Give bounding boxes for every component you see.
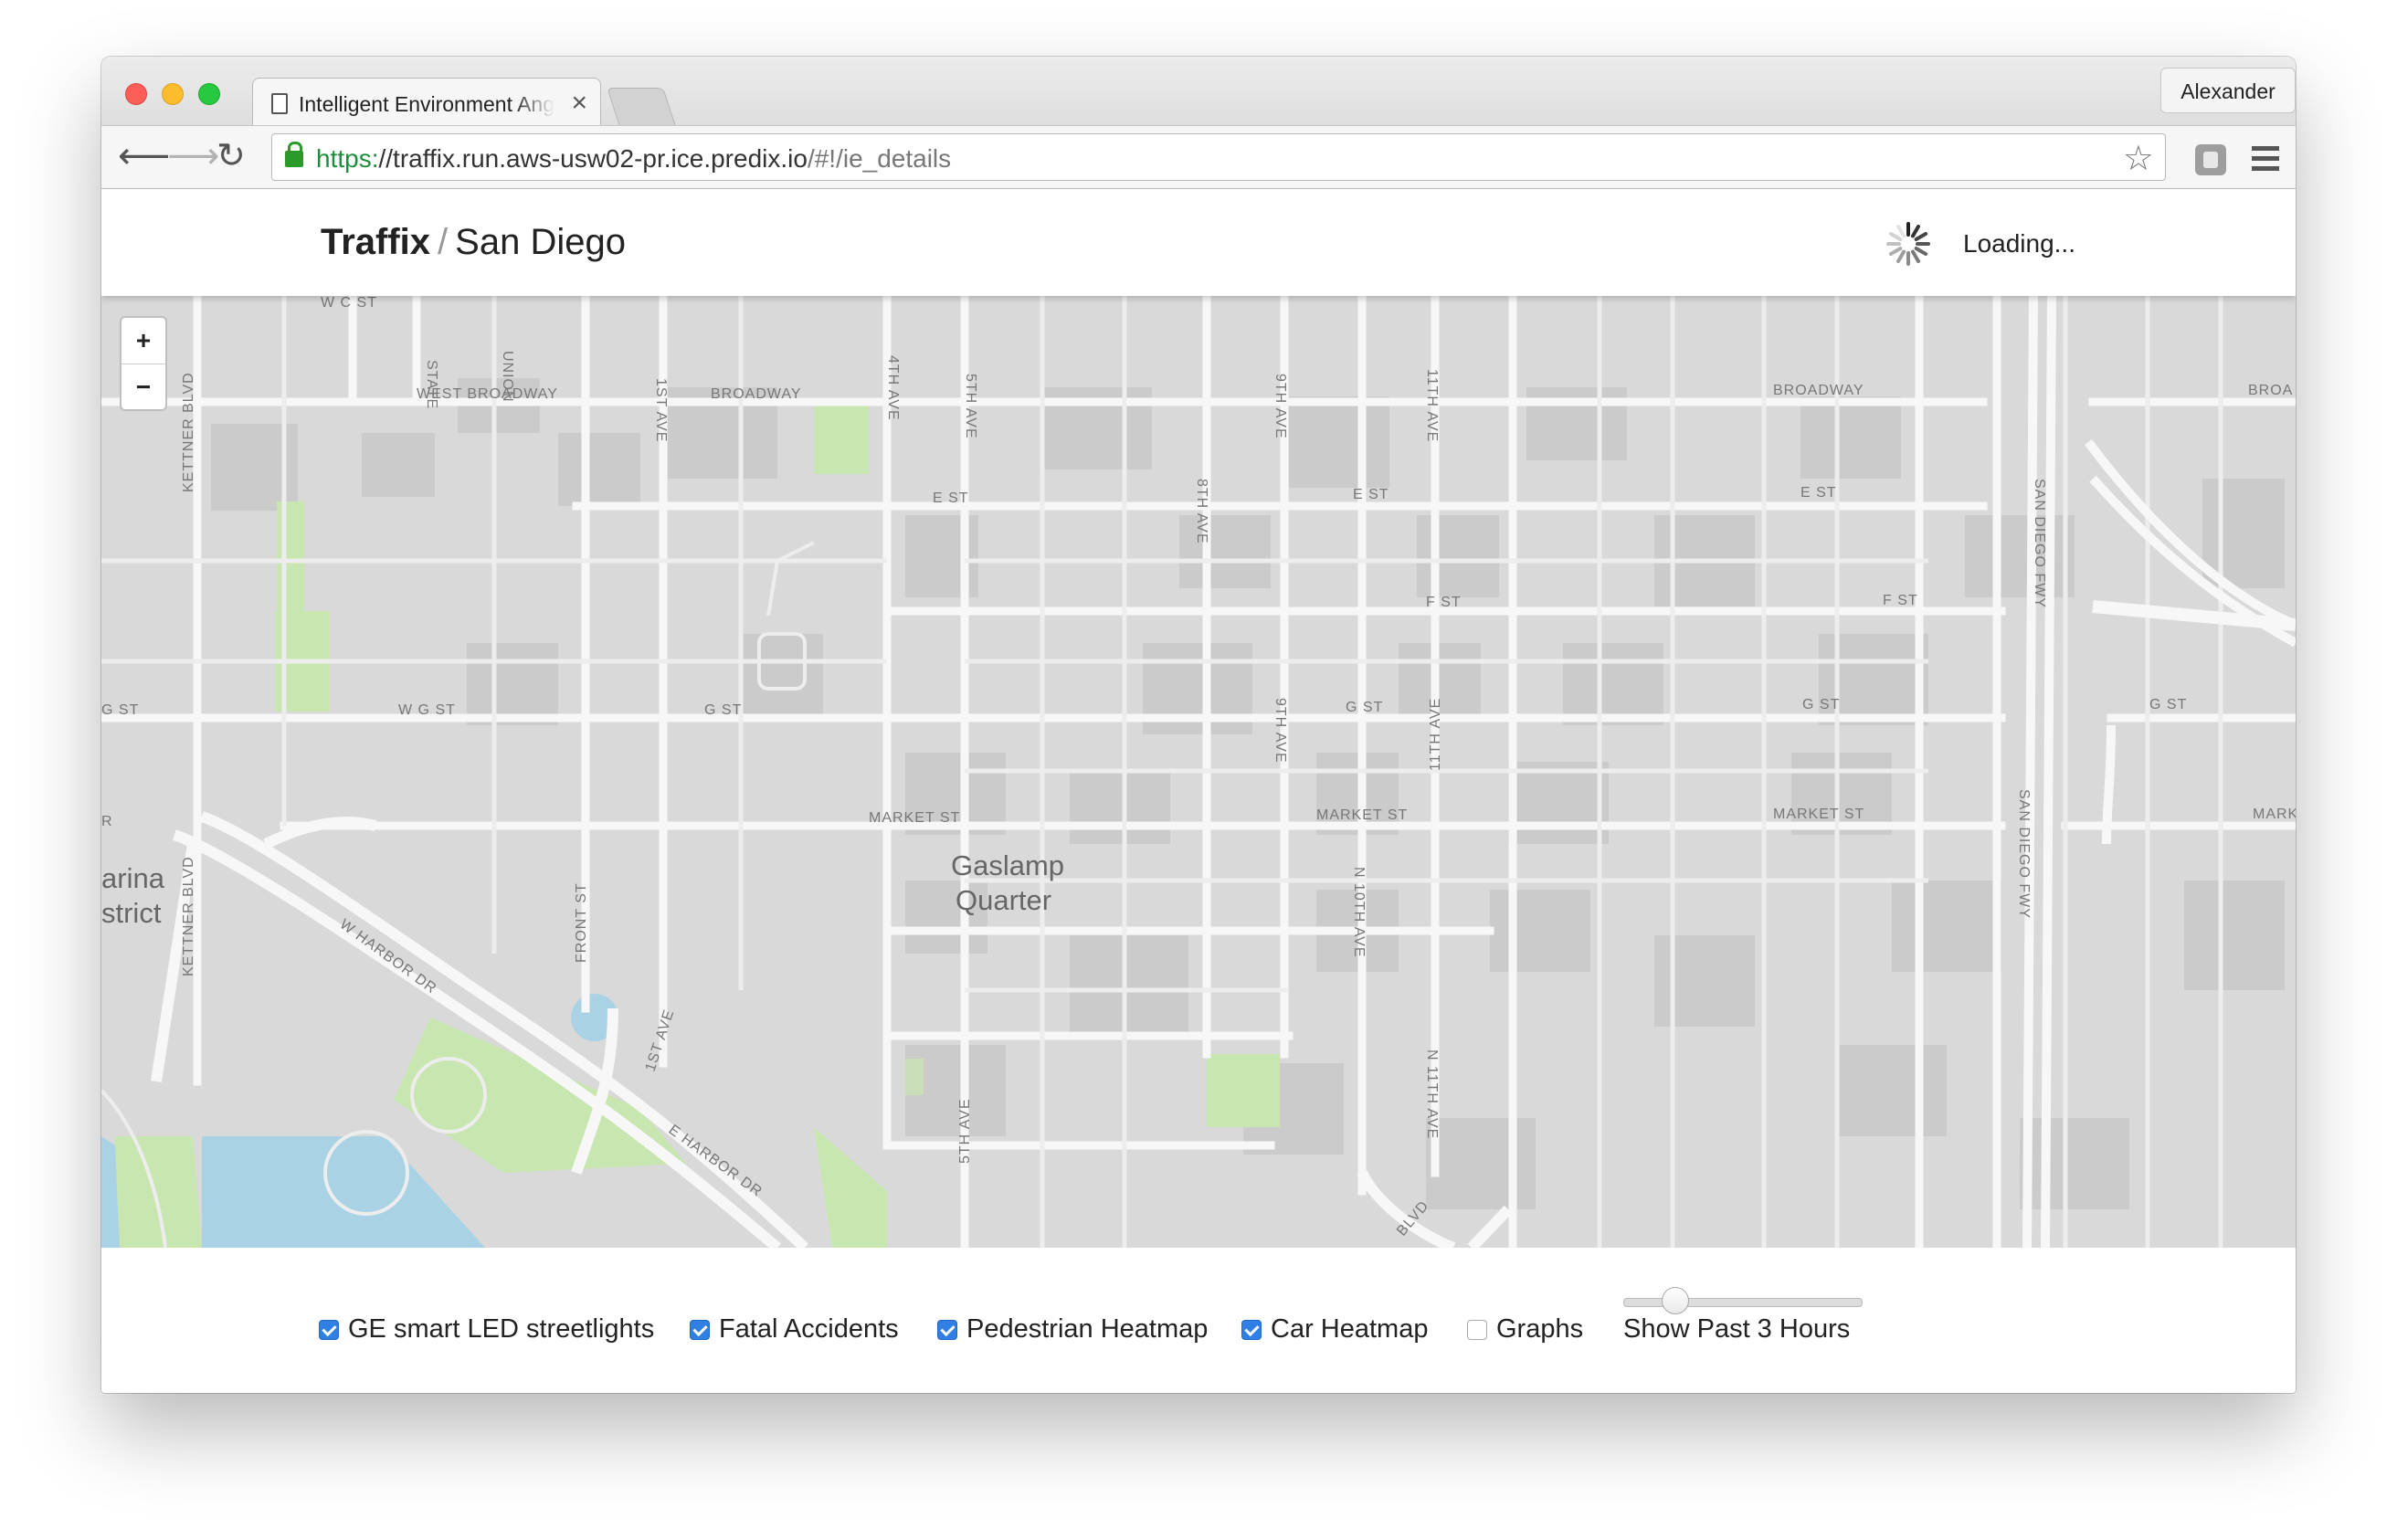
street-label: N 10TH AVE — [1351, 867, 1367, 958]
street-label: R — [101, 814, 113, 829]
lock-icon — [285, 142, 303, 167]
layer-label: GE smart LED streetlights — [348, 1314, 655, 1344]
street-label: G ST — [1346, 700, 1383, 715]
time-window-slider[interactable] — [1623, 1298, 1863, 1307]
street-label: E ST — [933, 490, 969, 506]
layer-toggle-graphs[interactable]: Graphs — [1467, 1314, 1583, 1345]
street-label: SAN DIEGO FWY — [2016, 789, 2032, 919]
layer-toggle-pedestrian-heatmap[interactable]: Pedestrian Heatmap — [937, 1314, 1208, 1345]
zoom-control: + − — [120, 316, 167, 411]
page: Traffix / San Diego Loading... + − W C S… — [101, 189, 2296, 1393]
close-tab-icon[interactable]: × — [571, 88, 587, 119]
street-label: W G ST — [398, 702, 456, 718]
street-label: 5TH AVE — [957, 1098, 973, 1164]
street-label: 11TH AVE — [1424, 369, 1440, 442]
street-label: 9TH AVE — [1272, 698, 1288, 764]
street-label: E ST — [1353, 487, 1389, 502]
checkbox[interactable] — [1467, 1319, 1487, 1340]
address-bar[interactable]: https://traffix.run.aws-usw02-pr.ice.pre… — [271, 133, 2166, 181]
time-window-label: Show Past 3 Hours — [1623, 1314, 1851, 1344]
slider-thumb[interactable] — [1662, 1287, 1689, 1314]
close-window-button[interactable] — [125, 83, 147, 105]
app-title: Traffix / San Diego — [321, 222, 626, 263]
reload-icon[interactable]: ↻ — [216, 135, 246, 176]
checkbox[interactable] — [937, 1319, 957, 1340]
street-label: F ST — [1426, 595, 1462, 610]
street-label: 5TH AVE — [963, 374, 978, 439]
zoom-in-button[interactable]: + — [121, 318, 165, 364]
street-label: W C ST — [321, 296, 377, 311]
browser-window: Intelligent Environment Ang × Alexander … — [101, 57, 2296, 1393]
layer-label: Graphs — [1496, 1314, 1584, 1344]
url-scheme: https: — [316, 144, 379, 173]
url-text[interactable]: https://traffix.run.aws-usw02-pr.ice.pre… — [316, 144, 951, 174]
district-label: Quarter — [956, 884, 1051, 916]
street-label: G ST — [1802, 697, 1840, 712]
checkbox[interactable] — [1241, 1319, 1262, 1340]
url-path: /#!/ie_details — [807, 144, 952, 173]
layer-label: Fatal Accidents — [719, 1314, 899, 1344]
loading-status: Loading... — [1963, 229, 2075, 258]
street-label: SAN DIEGO FWY — [2032, 479, 2047, 608]
layer-controls: GE smart LED streetlights Fatal Accident… — [101, 1248, 2296, 1393]
street-label: KETTNER BLVD — [181, 372, 196, 492]
layer-toggle-fatal-accidents[interactable]: Fatal Accidents — [690, 1314, 899, 1345]
checkbox[interactable] — [690, 1319, 710, 1340]
checkbox[interactable] — [319, 1319, 339, 1340]
district-label: arina — [101, 862, 165, 894]
bookmark-star-icon[interactable]: ☆ — [2123, 138, 2154, 179]
extension-icon[interactable] — [2195, 144, 2226, 175]
street-label: MARKET ST — [1773, 807, 1864, 822]
street-label: UNION — [500, 351, 515, 403]
layer-toggle-car-heatmap[interactable]: Car Heatmap — [1241, 1314, 1428, 1345]
layer-label: Pedestrian Heatmap — [966, 1314, 1209, 1344]
street-label: E ST — [1800, 485, 1837, 501]
street-label: MARK — [2253, 807, 2296, 822]
street-label: G ST — [101, 702, 139, 718]
street-label: BROA — [2248, 383, 2293, 398]
street-label: F ST — [1883, 593, 1918, 608]
layer-toggle-streetlights[interactable]: GE smart LED streetlights — [319, 1314, 654, 1345]
forward-arrow-icon[interactable]: ⟶ — [167, 135, 219, 177]
street-label: N 11TH AVE — [1424, 1050, 1440, 1139]
maximize-window-button[interactable] — [198, 83, 220, 105]
browser-tab[interactable]: Intelligent Environment Ang × — [252, 78, 601, 128]
title-bar: Intelligent Environment Ang × Alexander — [101, 57, 2296, 128]
title-separator: / — [438, 222, 449, 262]
url-host: //traffix.run.aws-usw02-pr.ice.predix.io — [378, 144, 808, 173]
brand-name: Traffix — [321, 222, 431, 262]
new-tab-button[interactable] — [607, 88, 676, 126]
street-label: MARKET ST — [1316, 807, 1408, 823]
app-header: Traffix / San Diego Loading... — [101, 189, 2296, 296]
street-label: BROADWAY — [1773, 383, 1864, 398]
loading-spinner-icon — [1886, 222, 1930, 266]
minimize-window-button[interactable] — [162, 83, 184, 105]
street-label: G ST — [2149, 697, 2187, 712]
district-label: strict — [101, 897, 162, 929]
street-label: 8TH AVE — [1194, 479, 1209, 544]
street-label: FRONT ST — [574, 882, 589, 963]
tab-title: Intelligent Environment Ang — [299, 92, 554, 116]
street-label: KETTNER BLVD — [181, 856, 196, 976]
browser-toolbar: ⟵ ⟶ ↻ https://traffix.run.aws-usw02-pr.i… — [101, 125, 2296, 189]
street-label: BROADWAY — [711, 386, 802, 402]
street-label: 4TH AVE — [885, 355, 901, 421]
street-label: 9TH AVE — [1272, 374, 1288, 439]
map[interactable]: + − W C ST WEST BROADWAY BROADWAY BROADW… — [101, 296, 2296, 1248]
profile-button[interactable]: Alexander — [2160, 68, 2296, 113]
back-arrow-icon[interactable]: ⟵ — [118, 135, 170, 177]
map-tiles: W C ST WEST BROADWAY BROADWAY BROADWAY B… — [101, 296, 2296, 1248]
menu-icon[interactable] — [2252, 146, 2279, 172]
street-label: 11TH AVE — [1428, 698, 1443, 771]
layer-label: Car Heatmap — [1271, 1314, 1429, 1344]
street-label: STATE — [424, 360, 439, 409]
street-label: MARKET ST — [869, 810, 960, 826]
document-icon — [271, 93, 288, 114]
city-name: San Diego — [455, 222, 626, 262]
street-label: 1ST AVE — [653, 378, 669, 442]
street-label: G ST — [704, 702, 742, 718]
district-label: Gaslamp — [951, 849, 1064, 881]
zoom-out-button[interactable]: − — [121, 364, 165, 410]
